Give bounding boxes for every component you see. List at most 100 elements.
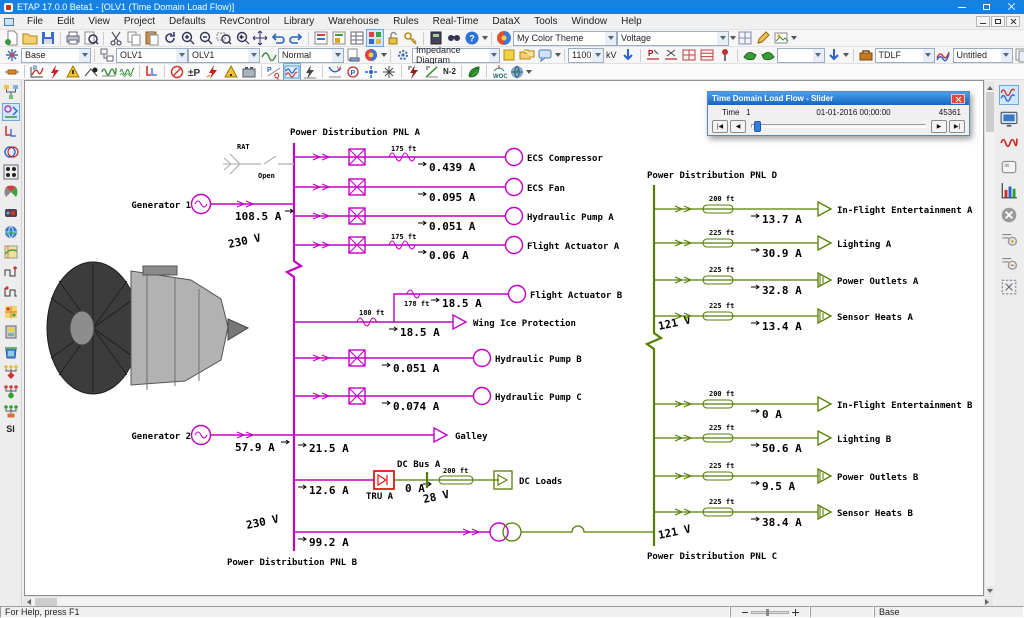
copy-format-icon[interactable]: [345, 47, 361, 63]
datablock-icon[interactable]: [349, 30, 365, 46]
study-mode-combo[interactable]: TDLF: [875, 48, 935, 63]
horizontal-scrollbar[interactable]: [22, 596, 994, 606]
first-step-button[interactable]: |◀: [712, 120, 728, 133]
generator-2[interactable]: Generator 2 57.9 A: [131, 426, 294, 455]
unlock-icon[interactable]: [385, 30, 401, 46]
mdi-restore-button[interactable]: [991, 16, 1005, 27]
pq-capability-icon[interactable]: P: [345, 64, 361, 80]
plot-set-combo[interactable]: Untitled: [953, 48, 1013, 63]
alarm-off-icon[interactable]: [1000, 206, 1018, 224]
panel-systems-icon[interactable]: [3, 324, 19, 340]
study-curves-icon[interactable]: [3, 124, 19, 140]
menu-tools[interactable]: Tools: [527, 16, 564, 27]
warning-assessment-icon[interactable]: [223, 64, 239, 80]
print-preview-icon[interactable]: [83, 30, 99, 46]
emission-leaf-icon[interactable]: [466, 64, 482, 80]
switching-sequence-icon[interactable]: [381, 64, 397, 80]
menu-warehouse[interactable]: Warehouse: [321, 16, 386, 27]
menu-edit[interactable]: Edit: [50, 16, 81, 27]
color-theme-combo[interactable]: My Color Theme: [513, 31, 617, 46]
zoom-window-icon[interactable]: [216, 30, 232, 46]
scroll-right-button[interactable]: [984, 598, 993, 606]
gis-map-icon[interactable]: [3, 244, 19, 260]
menu-library[interactable]: Library: [277, 16, 322, 27]
open-icon[interactable]: [22, 30, 38, 46]
dc-load-flow-icon[interactable]: [424, 64, 440, 80]
one-line-diagram[interactable]: Power Distribution PNL A Power Distribut…: [25, 81, 983, 595]
loading-category-icon[interactable]: [261, 47, 277, 63]
unbalanced-lf-icon[interactable]: [65, 64, 81, 80]
report-export-icon[interactable]: [331, 30, 347, 46]
zoom-previous-icon[interactable]: [234, 30, 250, 46]
edit-study-icon[interactable]: [4, 64, 20, 80]
scroll-down-button[interactable]: [986, 586, 994, 595]
time-slider-thumb[interactable]: [754, 121, 761, 132]
calculator-icon[interactable]: [428, 30, 444, 46]
plot-chart-icon[interactable]: [1000, 182, 1018, 200]
zoom-in-icon[interactable]: [180, 30, 196, 46]
new-icon[interactable]: [4, 30, 20, 46]
pin-icon[interactable]: [717, 47, 733, 63]
coordination-icon[interactable]: [363, 64, 379, 80]
save-icon[interactable]: [40, 30, 56, 46]
vertical-scrollbar[interactable]: [984, 80, 994, 596]
load-flight-actuator-b[interactable]: 178 ft 18.5 A Flight Actuator B: [394, 286, 623, 323]
harmonics-icon[interactable]: [119, 64, 135, 80]
datablock-popup-icon[interactable]: [1000, 278, 1018, 296]
woc-icon[interactable]: WOC: [491, 64, 507, 80]
dumpster-icon[interactable]: [3, 344, 19, 360]
folders-icon[interactable]: [519, 47, 535, 63]
result-card-icon[interactable]: [1000, 158, 1018, 176]
adjustments-sheets-icon[interactable]: [1014, 47, 1024, 63]
revision-star-icon[interactable]: [4, 47, 20, 63]
toolbox-icon[interactable]: [858, 47, 874, 63]
theme-palette-icon[interactable]: [496, 30, 512, 46]
short-circuit-icon[interactable]: [47, 64, 63, 80]
optimal-power-flow-icon[interactable]: ±P: [187, 64, 203, 80]
close-button[interactable]: [999, 0, 1024, 14]
paste-icon[interactable]: [144, 30, 160, 46]
color-wheel-icon[interactable]: [363, 47, 379, 63]
load-ecs-compressor[interactable]: 175 ft 0.439 A ECS Compressor: [294, 145, 603, 174]
network-analyzer2-icon[interactable]: [3, 384, 19, 400]
base-kv-combo[interactable]: 1100: [568, 48, 604, 63]
minimize-button[interactable]: [949, 0, 974, 14]
n2-contingency-icon[interactable]: N-2: [443, 67, 456, 76]
star-sqop-icon[interactable]: [169, 64, 185, 80]
menu-view[interactable]: View: [81, 16, 117, 27]
image-palette-icon[interactable]: [773, 30, 789, 46]
more-display-arrow[interactable]: [790, 32, 797, 45]
prev-step-button[interactable]: ◀: [730, 120, 746, 133]
zoom-in-button[interactable]: [792, 609, 799, 616]
annotation-arrow[interactable]: [554, 49, 561, 62]
cut-icon[interactable]: [108, 30, 124, 46]
sync-p-icon[interactable]: P: [645, 47, 661, 63]
dot-matrix-icon[interactable]: [3, 164, 19, 180]
last-step-button[interactable]: ▶|: [949, 120, 965, 133]
grid-display-icon[interactable]: [737, 30, 753, 46]
display-mode-combo[interactable]: Voltage: [617, 31, 729, 46]
presentation-icon[interactable]: [99, 47, 115, 63]
disturbance-plot-icon[interactable]: [1000, 134, 1018, 152]
menu-window[interactable]: Window: [565, 16, 615, 27]
load-hydraulic-pump-b[interactable]: 0.051 A Hydraulic Pump B: [294, 350, 582, 376]
menu-realtime[interactable]: Real-Time: [426, 16, 486, 27]
load-sensor-heats-b[interactable]: 225 ft 38.4 A Sensor Heats B: [654, 498, 913, 529]
tdlf-slider-dialog[interactable]: Time Domain Load Flow - Slider Time 1 01…: [707, 91, 970, 136]
dialog-title-bar[interactable]: Time Domain Load Flow - Slider: [708, 92, 969, 105]
action-list1-icon[interactable]: [1000, 230, 1018, 248]
study-more-arrow[interactable]: [526, 65, 533, 78]
comment-icon[interactable]: [537, 47, 553, 63]
unbalanced-pq-icon[interactable]: PQ: [266, 64, 282, 80]
menu-defaults[interactable]: Defaults: [162, 16, 213, 27]
transient-stability-icon[interactable]: [101, 64, 117, 80]
maximize-button[interactable]: [974, 0, 999, 14]
geo-scheme-icon[interactable]: [3, 304, 19, 320]
scroll-left-button[interactable]: [23, 598, 32, 606]
zoom-slider[interactable]: [751, 611, 789, 614]
load-lighting-b[interactable]: 225 ft 50.6 A Lighting B: [654, 424, 892, 455]
control-diagram2-icon[interactable]: [3, 284, 19, 300]
loading-combo[interactable]: Normal: [278, 48, 344, 63]
send-data-hand-icon[interactable]: [760, 47, 776, 63]
zoom-fit-icon[interactable]: [252, 30, 268, 46]
